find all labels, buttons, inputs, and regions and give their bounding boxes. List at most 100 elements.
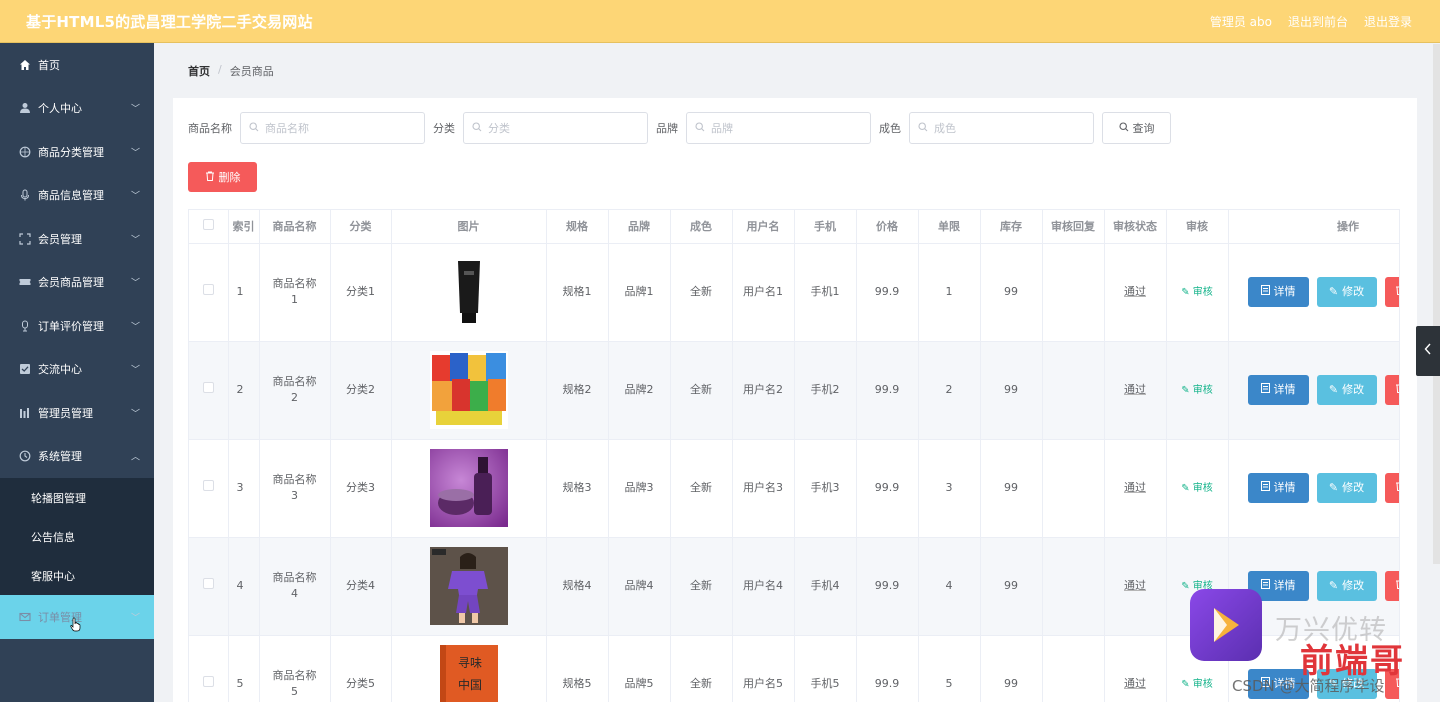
- sidebar-item-communication[interactable]: 交流中心 ﹀: [0, 348, 154, 392]
- column-header: 审核状态: [1104, 210, 1167, 244]
- search-icon: [472, 121, 482, 135]
- edit-pen-icon: ✎: [1328, 285, 1339, 298]
- price-cell: 99.9: [856, 537, 919, 636]
- audit-link-label: 审核: [1192, 678, 1213, 690]
- row-delete-button[interactable]: [1384, 375, 1399, 405]
- category-cell: 分类2: [330, 341, 392, 440]
- query-button[interactable]: 查询: [1102, 112, 1171, 144]
- sidebar-item-member-products[interactable]: 会员商品管理 ﹀: [0, 261, 154, 305]
- audit-cell: ✎ 审核: [1166, 439, 1229, 538]
- trash-icon: [1395, 284, 1399, 300]
- audit-link[interactable]: ✎ 审核: [1181, 287, 1213, 298]
- page-scrollbar[interactable]: [1433, 44, 1440, 564]
- edit-button-label: 修改: [1342, 285, 1365, 298]
- search-label-name: 商品名称: [188, 122, 232, 135]
- sidebar-item-members[interactable]: 会员管理 ﹀: [0, 217, 154, 261]
- row-index: 1: [228, 243, 260, 342]
- row-checkbox[interactable]: [202, 578, 214, 589]
- sidebar-item-home[interactable]: 首页: [0, 43, 154, 87]
- checked-icon: [18, 362, 32, 376]
- row-checkbox[interactable]: [202, 382, 214, 393]
- breadcrumb-home[interactable]: 首页: [188, 63, 210, 79]
- sidebar-item-product-info[interactable]: 商品信息管理 ﹀: [0, 174, 154, 218]
- edit-button[interactable]: ✎ 修改: [1316, 375, 1377, 405]
- ops-cell: 详情 ✎ 修改: [1228, 341, 1399, 440]
- brand-search-input[interactable]: [711, 121, 861, 135]
- sidebar-item-order-reviews[interactable]: 订单评价管理 ﹀: [0, 304, 154, 348]
- sidebar-item-orders[interactable]: 订单管理 ﹀: [0, 595, 154, 639]
- chevron-down-icon: ﹀: [130, 191, 140, 202]
- audit-link[interactable]: ✎ 审核: [1181, 679, 1213, 690]
- column-header: 图片: [391, 210, 547, 244]
- category-search-input[interactable]: [488, 121, 638, 135]
- edit-button[interactable]: ✎ 修改: [1316, 277, 1377, 307]
- edit-button[interactable]: ✎ 修改: [1316, 473, 1377, 503]
- row-checkbox[interactable]: [202, 676, 214, 687]
- username-cell: 用户名5: [732, 635, 795, 702]
- row-checkbox[interactable]: [202, 480, 214, 491]
- reply-cell: [1042, 537, 1105, 636]
- row-select-cell[interactable]: [189, 537, 229, 636]
- brand-cell: 品牌3: [608, 439, 671, 538]
- admin-user-link[interactable]: 管理员 abo: [1210, 13, 1272, 30]
- product-image: [391, 439, 547, 538]
- condition-search-field: [909, 112, 1094, 144]
- sidebar-subitem-announcements[interactable]: 公告信息: [0, 517, 154, 556]
- name-search-input[interactable]: [265, 121, 415, 135]
- row-select-cell[interactable]: [189, 439, 229, 538]
- sidebar-subitem-carousel[interactable]: 轮播图管理: [0, 478, 154, 517]
- edit-button[interactable]: ✎ 修改: [1316, 571, 1377, 601]
- sidebar-item-category[interactable]: 商品分类管理 ﹀: [0, 130, 154, 174]
- product-name-line1: 商品名称: [272, 571, 317, 584]
- limit-cell: 4: [918, 537, 981, 636]
- sidebar-subitem-customer-service[interactable]: 客服中心: [0, 556, 154, 595]
- detail-button[interactable]: 详情: [1247, 473, 1309, 503]
- panel-toggle-button[interactable]: [1416, 326, 1440, 376]
- audit-link[interactable]: ✎ 审核: [1181, 385, 1213, 396]
- row-select-cell[interactable]: [189, 341, 229, 440]
- phone-cell: 手机4: [794, 537, 857, 636]
- batch-delete-button[interactable]: 删除: [188, 162, 257, 192]
- sidebar-item-label: 订单评价管理: [38, 319, 104, 333]
- stock-cell: 99: [980, 341, 1043, 440]
- column-header: 商品名称: [259, 210, 331, 244]
- sidebar-item-admins[interactable]: 管理员管理 ﹀: [0, 391, 154, 435]
- price-cell: 99.9: [856, 635, 919, 702]
- row-select-cell[interactable]: [189, 243, 229, 342]
- back-to-frontend-link[interactable]: 退出到前台: [1288, 13, 1348, 30]
- spec-cell: 规格3: [546, 439, 609, 538]
- table-row: 3 商品名称 3 分类3 规格3 品牌3 全新 用户名3 手机3 99.9 3 99 通过 ✎ 审核 详情 ✎…: [189, 439, 1399, 538]
- select-all-checkbox[interactable]: [202, 219, 214, 231]
- logout-link[interactable]: 退出登录: [1364, 13, 1412, 30]
- sidebar-item-label: 商品分类管理: [38, 145, 104, 159]
- trash-icon: [205, 171, 215, 184]
- chevron-down-icon: ﹀: [130, 148, 140, 159]
- select-all-header[interactable]: [189, 210, 229, 244]
- sidebar-item-label: 会员商品管理: [38, 276, 104, 290]
- mail-icon: [18, 610, 32, 624]
- sidebar-item-personal[interactable]: 个人中心 ﹀: [0, 87, 154, 131]
- sidebar: 首页 个人中心 ﹀ 商品分类管理 ﹀ 商品信息管理 ﹀ 会员管理 ﹀ 会员商品管…: [0, 43, 154, 702]
- chevron-down-icon: ﹀: [130, 278, 140, 289]
- detail-button[interactable]: 详情: [1247, 375, 1309, 405]
- condition-search-input[interactable]: [934, 121, 1084, 135]
- row-index: 4: [228, 537, 260, 636]
- row-delete-button[interactable]: [1384, 277, 1399, 307]
- chevron-down-icon: ﹀: [130, 365, 140, 376]
- row-select-cell[interactable]: [189, 635, 229, 702]
- edit-button-label: 修改: [1342, 383, 1365, 396]
- row-delete-button[interactable]: [1384, 571, 1399, 601]
- phone-cell: 手机2: [794, 341, 857, 440]
- scan-icon: [18, 232, 32, 246]
- phone-cell: 手机3: [794, 439, 857, 538]
- sidebar-item-system[interactable]: 系统管理 ︿: [0, 435, 154, 479]
- clock-icon: [18, 449, 32, 463]
- detail-button[interactable]: 详情: [1247, 277, 1309, 307]
- row-checkbox[interactable]: [202, 284, 214, 295]
- reply-cell: [1042, 635, 1105, 702]
- product-name-cell: 商品名称 2: [259, 341, 331, 440]
- row-delete-button[interactable]: [1384, 473, 1399, 503]
- product-image: 寻味 中国: [391, 635, 547, 702]
- stock-cell: 99: [980, 635, 1043, 702]
- audit-link[interactable]: ✎ 审核: [1181, 483, 1213, 494]
